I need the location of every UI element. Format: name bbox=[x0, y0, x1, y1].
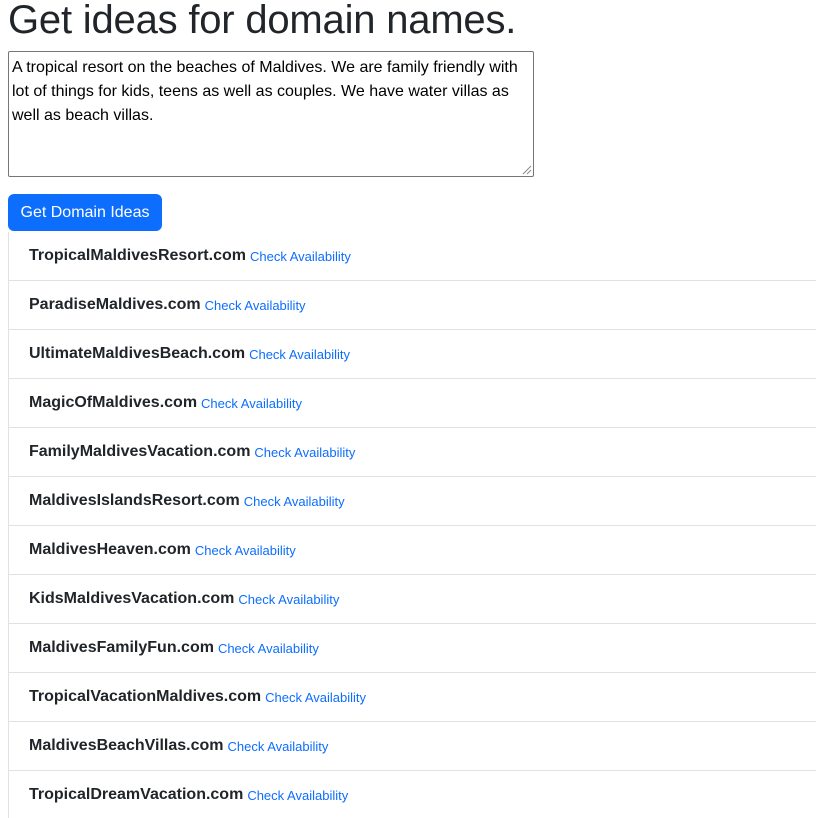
description-textarea[interactable]: A tropical resort on the beaches of Mald… bbox=[8, 51, 534, 177]
domain-name: TropicalDreamVacation.com bbox=[29, 786, 244, 803]
check-availability-link[interactable]: Check Availability bbox=[265, 690, 366, 705]
check-availability-link[interactable]: Check Availability bbox=[249, 347, 350, 362]
domain-name: MaldivesIslandsResort.com bbox=[29, 492, 240, 509]
check-availability-link[interactable]: Check Availability bbox=[244, 494, 345, 509]
domain-list-item: MaldivesFamilyFun.com Check Availability bbox=[9, 623, 816, 672]
check-availability-link[interactable]: Check Availability bbox=[254, 445, 355, 460]
check-availability-link[interactable]: Check Availability bbox=[250, 249, 351, 264]
domain-list-item: FamilyMaldivesVacation.com Check Availab… bbox=[9, 427, 816, 476]
check-availability-link[interactable]: Check Availability bbox=[218, 641, 319, 656]
domain-name: TropicalMaldivesResort.com bbox=[29, 247, 246, 264]
domain-name: MaldivesBeachVillas.com bbox=[29, 737, 224, 754]
domain-name: FamilyMaldivesVacation.com bbox=[29, 443, 251, 460]
check-availability-link[interactable]: Check Availability bbox=[238, 592, 339, 607]
domain-list-item: KidsMaldivesVacation.com Check Availabil… bbox=[9, 574, 816, 623]
check-availability-link[interactable]: Check Availability bbox=[247, 788, 348, 803]
domain-name: MaldivesHeaven.com bbox=[29, 541, 191, 558]
domain-list-item: MagicOfMaldives.com Check Availability bbox=[9, 378, 816, 427]
page-title: Get ideas for domain names. bbox=[8, 0, 517, 42]
domain-list-item: MaldivesIslandsResort.com Check Availabi… bbox=[9, 476, 816, 525]
domain-list-item: ParadiseMaldives.com Check Availability bbox=[9, 280, 816, 329]
domain-list-item: TropicalMaldivesResort.com Check Availab… bbox=[9, 232, 816, 280]
page: Get ideas for domain names. A tropical r… bbox=[0, 0, 816, 818]
check-availability-link[interactable]: Check Availability bbox=[227, 739, 328, 754]
check-availability-link[interactable]: Check Availability bbox=[205, 298, 306, 313]
domain-name: UltimateMaldivesBeach.com bbox=[29, 345, 246, 362]
domain-list-item: MaldivesHeaven.com Check Availability bbox=[9, 525, 816, 574]
domain-list-item: UltimateMaldivesBeach.com Check Availabi… bbox=[9, 329, 816, 378]
domain-name: MaldivesFamilyFun.com bbox=[29, 639, 214, 656]
domain-name: ParadiseMaldives.com bbox=[29, 296, 201, 313]
domain-list: TropicalMaldivesResort.com Check Availab… bbox=[8, 232, 816, 818]
domain-list-item: TropicalDreamVacation.com Check Availabi… bbox=[9, 770, 816, 818]
domain-list-item: MaldivesBeachVillas.com Check Availabili… bbox=[9, 721, 816, 770]
domain-list-item: TropicalVacationMaldives.com Check Avail… bbox=[9, 672, 816, 721]
domain-name: KidsMaldivesVacation.com bbox=[29, 590, 235, 607]
check-availability-link[interactable]: Check Availability bbox=[201, 396, 302, 411]
domain-name: MagicOfMaldives.com bbox=[29, 394, 198, 411]
check-availability-link[interactable]: Check Availability bbox=[195, 543, 296, 558]
domain-name: TropicalVacationMaldives.com bbox=[29, 688, 262, 705]
get-domain-ideas-button[interactable]: Get Domain Ideas bbox=[8, 194, 162, 231]
